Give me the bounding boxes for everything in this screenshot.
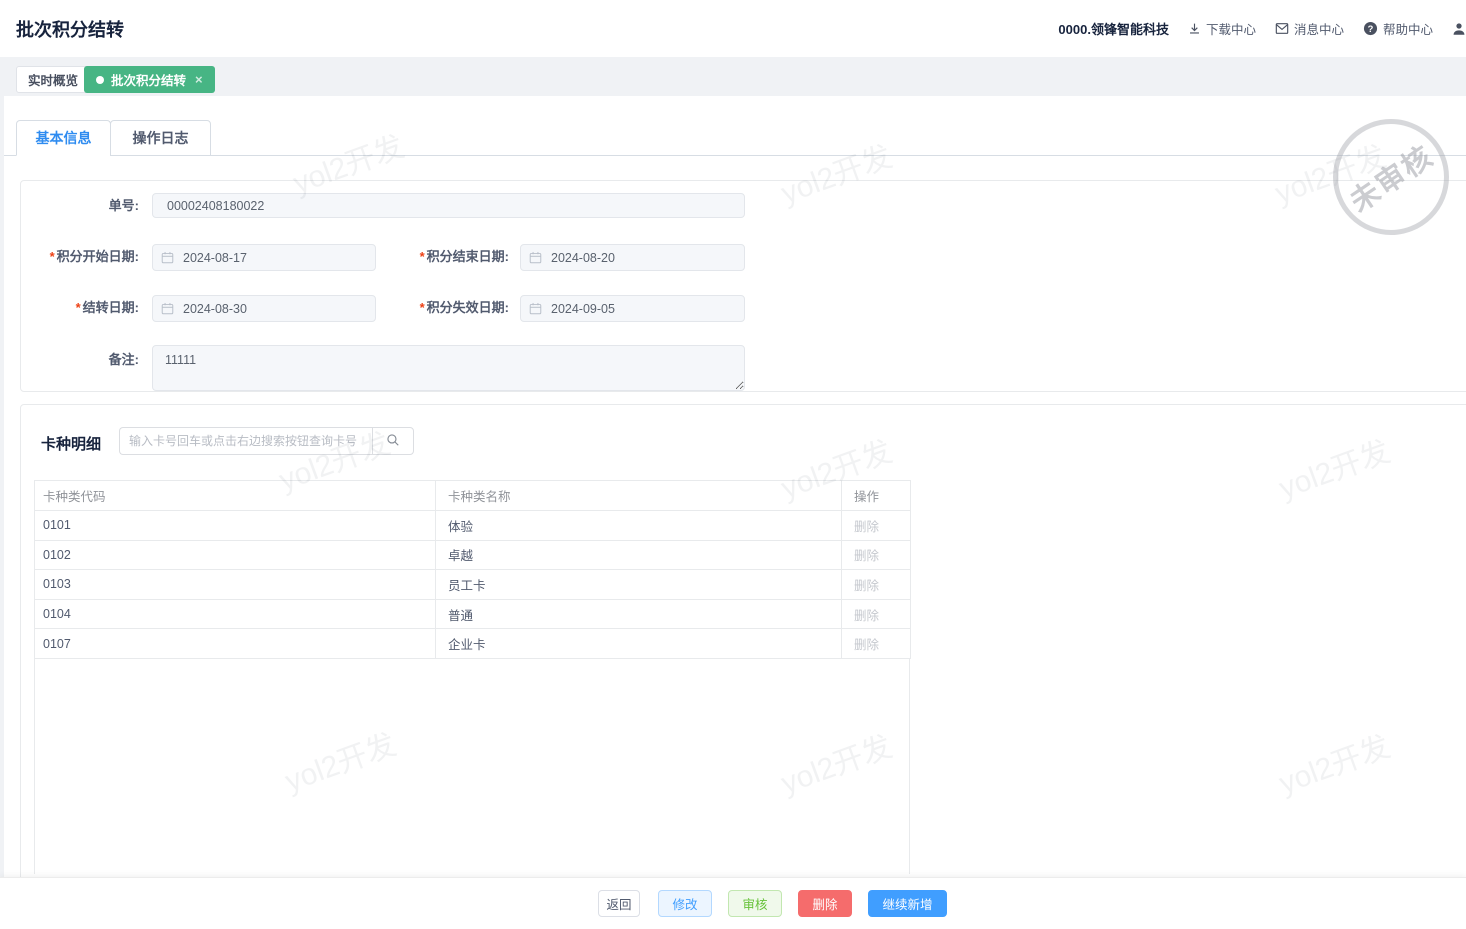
window-tabstrip: 实时概览 批次积分结转 ×: [0, 57, 1466, 96]
help-icon: ?: [1363, 21, 1378, 36]
back-button[interactable]: 返回: [598, 890, 640, 917]
end-date-label: * 积分结束日期:: [419, 249, 509, 264]
delete-row-link[interactable]: 删除: [854, 579, 879, 593]
table-row: 0103 员工卡 删除: [34, 569, 911, 600]
card-search-group: [119, 427, 414, 455]
remark-textarea[interactable]: 11111: [152, 345, 745, 391]
expire-date-input[interactable]: [520, 295, 745, 322]
download-icon: [1188, 22, 1201, 35]
mail-icon: [1275, 22, 1289, 35]
card-type-detail-section: 卡种明细 卡种类代码 卡种类名称 操作 0101 体验 删除: [20, 404, 1466, 929]
table-row: 0102 卓越 删除: [34, 539, 911, 571]
table-header-row: 卡种类代码 卡种类名称 操作: [34, 480, 911, 511]
basic-info-form: 单号: *积分开始日期: *积分结束日期: *结转日期: *积分失效日期:: [20, 180, 1466, 392]
download-center-link[interactable]: 下载中心: [1188, 19, 1256, 38]
expire-date-field: [520, 295, 745, 322]
svg-text:?: ?: [1368, 24, 1374, 34]
audit-button[interactable]: 审核: [728, 890, 782, 917]
remark-label: 备注:: [108, 352, 139, 367]
tab-operation-log[interactable]: 操作日志: [110, 120, 211, 156]
calendar-icon: [161, 302, 174, 320]
order-no-input[interactable]: [152, 193, 745, 218]
card-search-input[interactable]: [119, 427, 372, 455]
end-date-input[interactable]: [520, 244, 745, 271]
delete-row-link[interactable]: 删除: [854, 520, 879, 534]
col-header-action: 操作: [841, 480, 911, 511]
tab-batch-points-transfer[interactable]: 批次积分结转 ×: [84, 66, 215, 93]
main-panel: 基本信息 操作日志 单号: *积分开始日期: *积分结束日期: *结转日期:: [4, 96, 1466, 929]
content-tabs-divider: [4, 155, 1466, 156]
top-header: 批次积分结转 0000.领锋智能科技 下载中心 消息中心 ? 帮助中心: [0, 0, 1466, 57]
user-menu[interactable]: [1452, 22, 1466, 36]
table-empty-area: [34, 658, 910, 874]
detail-section-title: 卡种明细: [41, 436, 102, 453]
end-date-field: [520, 244, 745, 271]
calendar-icon: [529, 251, 542, 269]
delete-button[interactable]: 删除: [798, 890, 852, 917]
col-header-code: 卡种类代码: [34, 480, 436, 511]
col-header-name: 卡种类名称: [435, 480, 842, 511]
active-tab-dot: [96, 75, 104, 84]
search-icon: [386, 433, 400, 450]
delete-row-link[interactable]: 删除: [854, 549, 879, 563]
page-title: 批次积分结转: [16, 20, 124, 40]
order-no-label: 单号:: [108, 198, 139, 213]
tab-basic-info[interactable]: 基本信息: [16, 120, 111, 156]
delete-row-link[interactable]: 删除: [854, 638, 879, 652]
card-type-table: 卡种类代码 卡种类名称 操作 0101 体验 删除 0102 卓越 删除 010…: [34, 480, 911, 659]
message-center-link[interactable]: 消息中心: [1275, 19, 1344, 38]
search-button[interactable]: [372, 427, 414, 455]
calendar-icon: [161, 251, 174, 269]
table-row: 0101 体验 删除: [34, 510, 911, 541]
start-date-label: * 积分开始日期:: [49, 249, 139, 264]
top-right-nav: 0000.领锋智能科技 下载中心 消息中心 ? 帮助中心: [1058, 0, 1466, 57]
tab-realtime-overview[interactable]: 实时概览: [16, 66, 91, 93]
user-icon: [1452, 22, 1466, 36]
table-row: 0107 企业卡 删除: [34, 628, 911, 659]
help-center-link[interactable]: ? 帮助中心: [1363, 19, 1433, 38]
table-row: 0104 普通 删除: [34, 598, 911, 630]
calendar-icon: [529, 302, 542, 320]
delete-row-link[interactable]: 删除: [854, 609, 879, 623]
transfer-date-label: * 结转日期:: [75, 300, 139, 315]
continue-add-button[interactable]: 继续新增: [868, 890, 947, 917]
modify-button[interactable]: 修改: [658, 890, 712, 917]
expire-date-label: * 积分失效日期:: [419, 300, 509, 315]
tab-close-icon[interactable]: ×: [195, 73, 203, 86]
footer-action-bar: 返回 修改 审核 删除 继续新增: [0, 877, 1466, 929]
company-name: 0000.领锋智能科技: [1058, 22, 1169, 37]
